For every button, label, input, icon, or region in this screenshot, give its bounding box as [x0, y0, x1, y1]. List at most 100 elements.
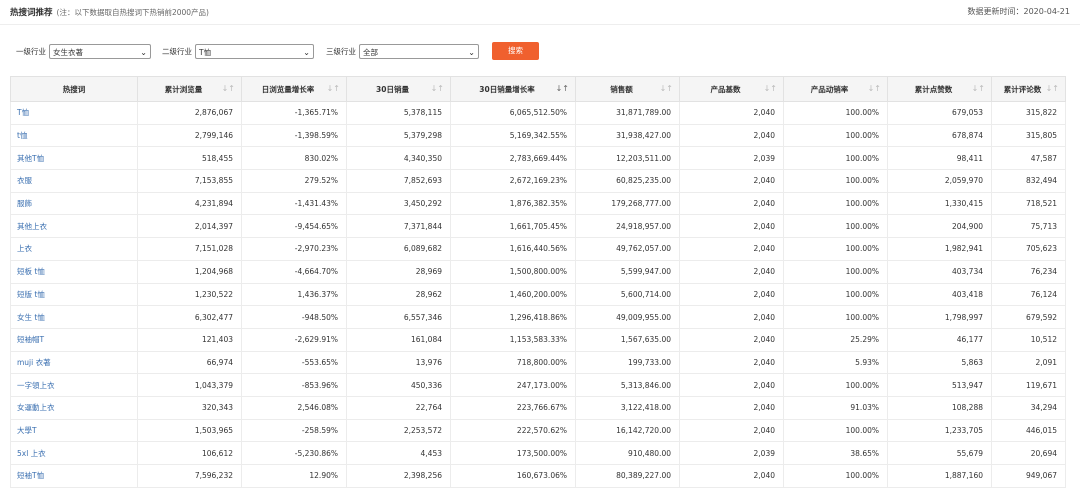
table-cell: 2,040: [679, 191, 784, 216]
table-cell: 5,169,342.55%: [450, 123, 576, 148]
keyword-link[interactable]: 短板 t恤: [10, 259, 138, 284]
column-header-label: 日浏览量增长率: [261, 84, 315, 94]
sort-icon[interactable]: ↓↑: [764, 84, 777, 93]
level1-industry-select[interactable]: 女生衣著 ⌄: [49, 43, 151, 59]
keyword-link[interactable]: 女運動上衣: [10, 395, 138, 420]
sort-icon[interactable]: ↓↑: [327, 84, 340, 93]
search-button[interactable]: 搜索: [492, 42, 539, 60]
table-cell: 49,762,057.00: [575, 237, 680, 261]
table-cell: 47,587: [991, 146, 1066, 171]
column-header[interactable]: 30日销量增长率 ↓↑: [450, 76, 576, 102]
table-cell: 106,612: [137, 441, 242, 465]
table-cell: 28,969: [346, 259, 451, 284]
column-header-label: 累计评论数: [1003, 84, 1042, 94]
table-cell: 518,455: [137, 146, 242, 171]
sort-icon[interactable]: ↓↑: [222, 84, 235, 93]
table-cell: 2,783,669.44%: [450, 146, 576, 171]
column-header[interactable]: 累计评论数 ↓↑: [991, 76, 1066, 102]
keyword-link[interactable]: 大學T: [10, 418, 138, 443]
keyword-link[interactable]: 短袖T恤: [10, 464, 138, 488]
column-header[interactable]: 30日销量 ↓↑: [346, 76, 451, 102]
table-cell: 718,800.00%: [450, 350, 576, 375]
column-header[interactable]: 销售额 ↓↑: [575, 76, 680, 102]
keyword-link[interactable]: 一字領上衣: [10, 373, 138, 397]
level3-industry-select[interactable]: 全部 ⌄: [359, 43, 479, 59]
sort-icon[interactable]: ↓↑: [1046, 84, 1059, 93]
keyword-link[interactable]: 衣服: [10, 169, 138, 193]
column-header-label: 30日销量: [376, 84, 409, 94]
table-cell: 1,330,415: [887, 191, 992, 216]
page-title-note: (注：以下数据取自热搜词下热销前2000产品): [56, 8, 209, 17]
table-cell: 100.00%: [783, 282, 888, 307]
keyword-link[interactable]: 5xl 上衣: [10, 441, 138, 465]
keyword-link[interactable]: 短版 t恤: [10, 282, 138, 307]
table-cell: 16,142,720.00: [575, 418, 680, 443]
column-header-label: 销售额: [610, 84, 633, 94]
keyword-link[interactable]: 短袖帽T: [10, 327, 138, 352]
table-cell: 31,871,789.00: [575, 101, 680, 125]
table-cell: 91.03%: [783, 395, 888, 420]
table-cell: 100.00%: [783, 305, 888, 329]
table-cell: 320,343: [137, 395, 242, 420]
table-cell: -853.96%: [241, 373, 347, 397]
column-header[interactable]: 日浏览量增长率 ↓↑: [241, 76, 347, 102]
table-cell: 173,500.00%: [450, 441, 576, 465]
table-cell: 2,039: [679, 441, 784, 465]
table-cell: 1,503,965: [137, 418, 242, 443]
keyword-link[interactable]: 其他T恤: [10, 146, 138, 171]
keyword-link[interactable]: 其他上衣: [10, 214, 138, 239]
table-cell: 513,947: [887, 373, 992, 397]
table-cell: 204,900: [887, 214, 992, 239]
table-row: 服飾 4,231,894 -1,431.43% 3,450,292 1,876,382.…: [10, 191, 1066, 216]
table-cell: 22,764: [346, 395, 451, 420]
table-cell: 100.00%: [783, 464, 888, 488]
table-cell: 1,436.37%: [241, 282, 347, 307]
table-cell: 1,153,583.33%: [450, 327, 576, 352]
table-cell: 7,371,844: [346, 214, 451, 239]
table-cell: 450,336: [346, 373, 451, 397]
table-cell: 100.00%: [783, 418, 888, 443]
keyword-link[interactable]: 上衣: [10, 237, 138, 261]
column-header[interactable]: 产品动销率 ↓↑: [783, 76, 888, 102]
table-cell: 100.00%: [783, 169, 888, 193]
sort-icon[interactable]: ↓↑: [660, 84, 673, 93]
level2-industry-select[interactable]: T恤 ⌄: [195, 43, 314, 59]
column-header[interactable]: 累计点赞数 ↓↑: [887, 76, 992, 102]
keyword-link[interactable]: T恤: [10, 101, 138, 125]
table-cell: 1,876,382.35%: [450, 191, 576, 216]
page-header: 热搜词推荐 (注：以下数据取自热搜词下热销前2000产品) 数据更新时间：2020…: [0, 0, 1080, 22]
sort-icon[interactable]: ↓↑: [972, 84, 985, 93]
table-cell: 12,203,511.00: [575, 146, 680, 171]
table-cell: 910,480.00: [575, 441, 680, 465]
table-cell: 2,040: [679, 214, 784, 239]
table-cell: 5,379,298: [346, 123, 451, 148]
keyword-link[interactable]: t恤: [10, 123, 138, 148]
table-cell: 28,962: [346, 282, 451, 307]
column-header-label: 累计浏览量: [164, 84, 203, 94]
table-cell: 10,512: [991, 327, 1066, 352]
table-cell: 20,694: [991, 441, 1066, 465]
sort-icon[interactable]: ↓↑: [868, 84, 881, 93]
table-cell: 13,976: [346, 350, 451, 375]
level2-industry-value: T恤: [199, 47, 212, 57]
keyword-link[interactable]: 服飾: [10, 191, 138, 216]
sort-icon[interactable]: ↓↑: [556, 84, 569, 93]
table-cell: 100.00%: [783, 123, 888, 148]
column-header[interactable]: 累计浏览量 ↓↑: [137, 76, 242, 102]
table-row: 短版 t恤 1,230,522 1,436.37% 28,962 1,460,200.0…: [10, 282, 1066, 307]
table-cell: 108,288: [887, 395, 992, 420]
sort-icon[interactable]: ↓↑: [431, 84, 444, 93]
table-cell: 31,938,427.00: [575, 123, 680, 148]
table-cell: 55,679: [887, 441, 992, 465]
column-header[interactable]: 产品基数 ↓↑: [679, 76, 784, 102]
keyword-link[interactable]: muji 衣著: [10, 350, 138, 375]
table-cell: 60,825,235.00: [575, 169, 680, 193]
table-cell: 2,040: [679, 418, 784, 443]
keyword-link[interactable]: 女生 t恤: [10, 305, 138, 329]
table-cell: 1,887,160: [887, 464, 992, 488]
table-cell: -5,230.86%: [241, 441, 347, 465]
table-cell: 678,874: [887, 123, 992, 148]
table-cell: -1,398.59%: [241, 123, 347, 148]
header-divider: [0, 24, 1080, 25]
table-cell: 160,673.06%: [450, 464, 576, 488]
